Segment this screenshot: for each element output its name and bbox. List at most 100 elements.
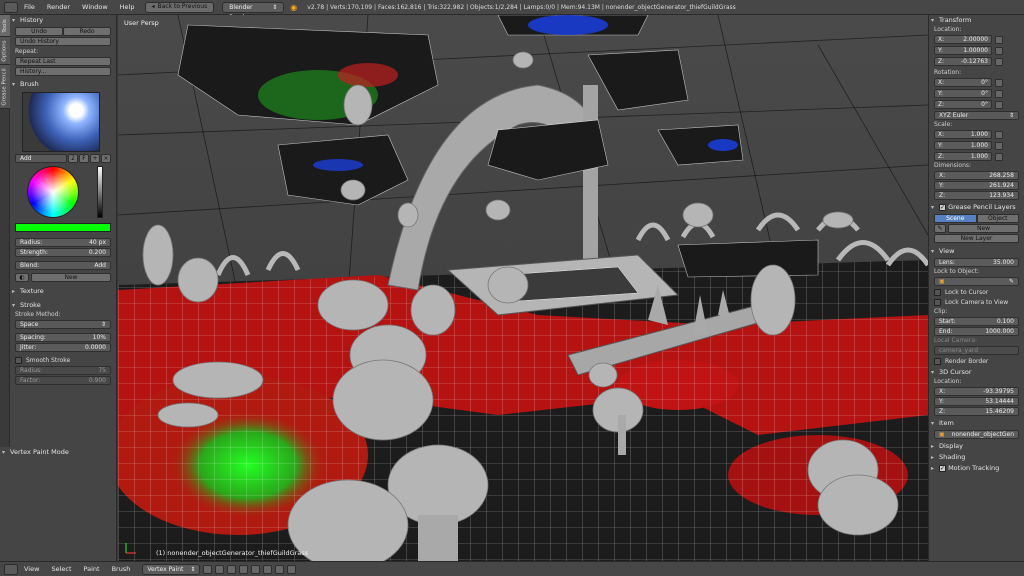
gp-new-button[interactable]: New xyxy=(948,224,1019,233)
grease-pencil-panel-header[interactable]: Grease Pencil Layers xyxy=(929,202,1024,213)
vertex-mask-icon[interactable] xyxy=(239,564,249,574)
mode-select[interactable]: Vertex Paint ⇕ xyxy=(142,563,201,575)
undo-button[interactable]: Undo xyxy=(15,27,63,36)
brush-name-field[interactable]: Add xyxy=(15,154,67,163)
radius-field[interactable]: Radius: 40 px xyxy=(15,238,111,247)
menu-brush[interactable]: Brush xyxy=(106,562,137,576)
transform-panel-header[interactable]: Transform xyxy=(929,15,1024,26)
color-wheel[interactable] xyxy=(27,166,79,218)
menu-render[interactable]: Render xyxy=(41,0,76,15)
vertex-paint-mode-header[interactable]: Vertex Paint Mode xyxy=(0,447,116,458)
back-to-previous-button[interactable]: ◂ Back to Previous xyxy=(144,1,215,13)
layers-icon[interactable] xyxy=(251,564,261,574)
value-slider[interactable] xyxy=(97,166,104,218)
repeat-last-button[interactable]: Repeat Last xyxy=(15,57,111,66)
lock-icon[interactable] xyxy=(995,152,1003,161)
render-border-checkbox[interactable]: Render Border xyxy=(934,357,1019,365)
rotation-mode-select[interactable]: XYZ Euler ⇕ xyxy=(934,111,1019,120)
lens-field[interactable]: Lens: 35.000 xyxy=(934,258,1019,267)
clip-end-field[interactable]: End: 1000.000 xyxy=(934,327,1019,336)
brush-preview[interactable] xyxy=(22,92,100,152)
stroke-method-select[interactable]: Space ⇕ xyxy=(15,320,111,329)
local-camera-field[interactable]: camera_yard xyxy=(934,346,1019,355)
menu-file[interactable]: File xyxy=(18,0,41,15)
pivot-icon[interactable] xyxy=(215,564,225,574)
cursor-z-field[interactable]: Z: 15.46209 xyxy=(934,407,1019,416)
smooth-radius-field[interactable]: Radius: 75 xyxy=(15,366,111,375)
shading-panel-header[interactable]: Shading xyxy=(929,452,1024,463)
remove-brush-icon[interactable]: × xyxy=(101,154,111,163)
new-palette-button[interactable]: New xyxy=(31,273,111,282)
lock-camera-checkbox[interactable]: Lock Camera to View xyxy=(934,298,1019,306)
dimension-z-field[interactable]: Z: 123.934 xyxy=(934,191,1019,200)
history-panel-header[interactable]: History xyxy=(10,15,116,26)
3d-viewport[interactable]: User Persp (1) nonender_objectGenerator_… xyxy=(118,15,928,561)
tab-tools[interactable]: Tools xyxy=(0,15,10,37)
lock-icon[interactable] xyxy=(995,141,1003,150)
dimension-y-field[interactable]: Y: 261.924 xyxy=(934,181,1019,190)
checkbox-icon[interactable] xyxy=(939,203,946,211)
palette-icon[interactable]: ◐ xyxy=(15,273,29,282)
cursor-x-field[interactable]: X: -93.39795 xyxy=(934,387,1019,396)
texture-panel-header[interactable]: Texture xyxy=(10,286,116,297)
lock-to-cursor-checkbox[interactable]: Lock to Cursor xyxy=(934,288,1019,296)
gp-object-tab[interactable]: Object xyxy=(976,214,1019,223)
menu-paint[interactable]: Paint xyxy=(78,562,106,576)
dimension-x-field[interactable]: X: 268.258 xyxy=(934,171,1019,180)
gp-scene-tab[interactable]: Scene xyxy=(934,214,977,223)
lock-icon[interactable] xyxy=(995,57,1003,66)
redo-button[interactable]: Redo xyxy=(63,27,111,36)
menu-help[interactable]: Help xyxy=(114,0,141,15)
jitter-field[interactable]: Jitter: 0.0000 xyxy=(15,343,111,352)
editor-type-icon[interactable] xyxy=(4,1,18,13)
rotation-y-field[interactable]: Y: 0° xyxy=(934,89,992,98)
lock-icon[interactable] xyxy=(995,100,1003,109)
scale-x-field[interactable]: X: 1.000 xyxy=(934,130,992,139)
checkbox-icon[interactable] xyxy=(939,464,946,472)
history-button[interactable]: History... xyxy=(15,67,111,76)
location-z-field[interactable]: Z: -0.12763 xyxy=(934,57,992,66)
smooth-factor-field[interactable]: Factor: 0.900 xyxy=(15,376,111,385)
clip-start-field[interactable]: Start: 0.100 xyxy=(934,317,1019,326)
scale-y-field[interactable]: Y: 1.000 xyxy=(934,141,992,150)
3d-cursor-panel-header[interactable]: 3D Cursor xyxy=(929,367,1024,378)
render-engine-select[interactable]: Blender Render ⇕ xyxy=(222,1,285,21)
scale-z-field[interactable]: Z: 1.000 xyxy=(934,152,992,161)
tab-options[interactable]: Options xyxy=(0,37,10,65)
menu-window[interactable]: Window xyxy=(76,0,114,15)
motion-tracking-panel-header[interactable]: Motion Tracking xyxy=(929,463,1024,474)
brush-users-count[interactable]: 2 xyxy=(68,154,78,163)
stroke-panel-header[interactable]: Stroke xyxy=(10,300,116,311)
strength-field[interactable]: Strength: 0.200 xyxy=(15,248,111,257)
editor-type-icon[interactable] xyxy=(4,563,18,575)
lock-icon[interactable] xyxy=(995,46,1003,55)
fake-user-button[interactable]: F xyxy=(79,154,89,163)
brush-panel-header[interactable]: Brush xyxy=(10,79,116,90)
menu-view[interactable]: View xyxy=(18,562,45,576)
lock-object-field[interactable]: ▣ ✎ xyxy=(934,277,1019,286)
item-name-field[interactable]: ▣ nonender_objectGen xyxy=(934,430,1019,439)
location-y-field[interactable]: Y: 1.00000 xyxy=(934,46,992,55)
rotation-z-field[interactable]: Z: 0° xyxy=(934,100,992,109)
blend-select[interactable]: Blend: Add xyxy=(15,261,111,270)
display-panel-header[interactable]: Display xyxy=(929,441,1024,452)
spacing-field[interactable]: Spacing: 10% xyxy=(15,333,111,342)
new-layer-button[interactable]: New Layer xyxy=(934,234,1019,243)
lock-icon[interactable] xyxy=(995,35,1003,44)
lock-icon[interactable] xyxy=(995,130,1003,139)
add-brush-icon[interactable]: + xyxy=(90,154,100,163)
undo-history-button[interactable]: Undo History xyxy=(15,37,111,46)
view-panel-header[interactable]: View xyxy=(929,246,1024,257)
tab-grease-pencil[interactable]: Grease Pencil xyxy=(0,65,10,109)
item-panel-header[interactable]: Item xyxy=(929,418,1024,429)
rotation-x-field[interactable]: X: 0° xyxy=(934,78,992,87)
brush-color-swatch[interactable] xyxy=(15,223,111,232)
camera-icon[interactable] xyxy=(287,564,297,574)
smooth-stroke-checkbox[interactable]: Smooth Stroke xyxy=(15,356,111,364)
location-x-field[interactable]: X: 2.00000 xyxy=(934,35,992,44)
face-mask-icon[interactable] xyxy=(227,564,237,574)
render-icon[interactable] xyxy=(275,564,285,574)
menu-select[interactable]: Select xyxy=(45,562,77,576)
shading-icon[interactable] xyxy=(203,564,213,574)
lock-icon[interactable] xyxy=(995,89,1003,98)
